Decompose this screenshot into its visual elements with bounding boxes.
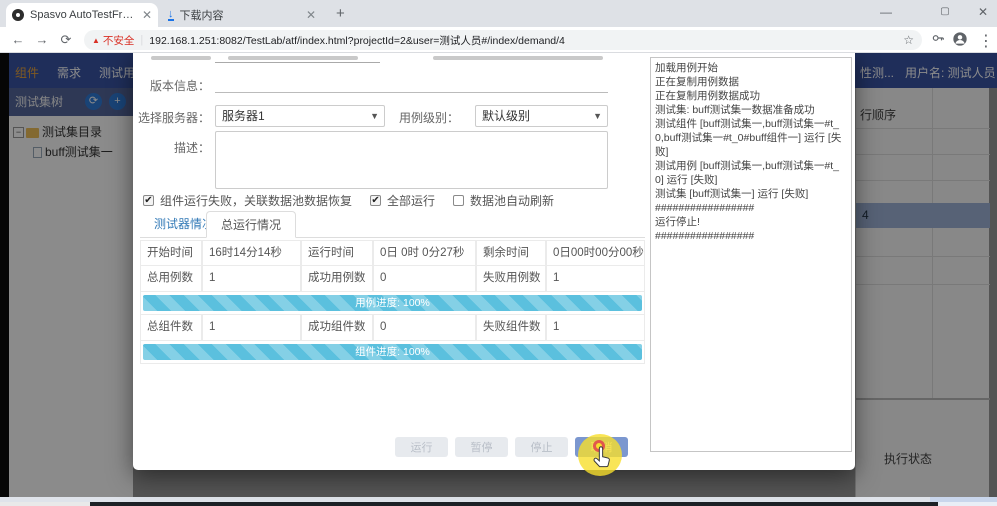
description-label: 描述： <box>173 141 210 155</box>
log-line: 测试集: buff测试集一数据准备成功 <box>655 104 815 116</box>
cell-remaining-time-value: 0日00时00分00秒 <box>546 240 645 266</box>
browser-tab-active[interactable]: Spasvo AutoTestFramework ✕ <box>6 3 158 27</box>
cell-remaining-time-label: 剩余时间 <box>476 240 546 266</box>
cancel-button[interactable]: 取消 <box>575 437 628 457</box>
run-testset-dialog: 版本信息： 选择服务器： 服务器1 ▼ 用例级别： 默认级别 ▼ 描述： ✔ 组… <box>133 53 855 476</box>
checkbox-run-all[interactable]: ✔ <box>370 194 382 206</box>
checkbox-label[interactable]: 数据池自动刷新 <box>470 192 554 209</box>
log-line: 测试集 [buff测试集一] 运行 [失败] <box>655 188 809 200</box>
pause-button[interactable]: 暂停 <box>455 437 508 457</box>
level-select[interactable]: 默认级别 ▼ <box>475 105 608 127</box>
cell-failed-cases-label: 失败用例数 <box>476 266 546 292</box>
table-row: 总组件数 1 成功组件数 0 失败组件数 1 <box>140 315 645 341</box>
clipped-input-underline <box>215 62 380 63</box>
cell-failed-components-label: 失败组件数 <box>476 315 546 341</box>
component-progress-row: 组件进度: 100% <box>140 341 645 364</box>
cell-success-cases-value: 0 <box>373 266 476 292</box>
tab-close-icon[interactable]: ✕ <box>306 8 316 22</box>
cell-total-cases-label: 总用例数 <box>140 266 202 292</box>
log-line: 运行停止! <box>655 216 700 228</box>
new-tab-button[interactable]: + <box>336 5 345 22</box>
cell-start-time-value: 16时14分14秒 <box>202 240 301 266</box>
table-row: 总用例数 1 成功用例数 0 失败用例数 1 <box>140 266 645 292</box>
level-label: 用例级别： <box>398 111 459 125</box>
tab-title: 下载内容 <box>179 10 224 22</box>
log-line: ################# <box>655 230 755 242</box>
cell-total-cases-value: 1 <box>202 266 301 292</box>
description-textarea[interactable] <box>215 131 608 189</box>
checkbox-datapool-autorefresh[interactable] <box>453 194 465 206</box>
status-tabs: 测试器情况 总运行情况 <box>140 211 645 238</box>
cell-total-components-value: 1 <box>202 315 301 341</box>
component-progress-bar: 组件进度: 100% <box>143 344 642 360</box>
server-select[interactable]: 服务器1 ▼ <box>215 105 385 127</box>
server-label: 选择服务器： <box>138 111 211 125</box>
chevron-down-icon: ▼ <box>370 111 379 121</box>
log-line: 正在复制用例数据成功 <box>655 90 760 102</box>
cell-success-components-value: 0 <box>373 315 476 341</box>
cell-failed-components-value: 1 <box>546 315 645 341</box>
address-bar[interactable]: ▲ 不安全 | 192.168.1.251:8082/TestLab/atf/i… <box>84 30 922 50</box>
reload-icon[interactable]: ⟳ <box>56 30 76 50</box>
run-stats-table: 开始时间 16时14分14秒 运行时间 0日 0时 0分27秒 剩余时间 0日0… <box>140 240 645 364</box>
chrome-menu-icon[interactable]: ⋮ <box>976 31 996 50</box>
download-icon: ↓ <box>168 7 174 21</box>
security-warning-label[interactable]: 不安全 <box>103 33 135 48</box>
cell-failed-cases-value: 1 <box>546 266 645 292</box>
run-options-row: ✔ 组件运行失败，关联数据池数据恢复 ✔ 全部运行 数据池自动刷新 <box>143 192 566 208</box>
window-close-button[interactable]: ✕ <box>963 0 997 26</box>
cell-total-components-label: 总组件数 <box>140 315 202 341</box>
tab-close-icon[interactable]: ✕ <box>142 8 152 22</box>
run-button[interactable]: 运行 <box>395 437 448 457</box>
url-text[interactable]: 192.168.1.251:8082/TestLab/atf/index.htm… <box>149 33 897 48</box>
forward-icon[interactable]: → <box>32 30 52 50</box>
cell-success-cases-label: 成功用例数 <box>301 266 373 292</box>
log-line: ################# <box>655 202 755 214</box>
security-warning-icon: ▲ <box>92 35 100 45</box>
tab-title: Spasvo AutoTestFramework <box>30 9 136 21</box>
checkbox-label[interactable]: 组件运行失败，关联数据池数据恢复 <box>160 192 352 209</box>
case-progress-row: 用例进度: 100% <box>140 292 645 315</box>
window-maximize-button[interactable]: ▢ <box>925 0 965 26</box>
cell-start-time-label: 开始时间 <box>140 240 202 266</box>
bookmark-star-icon[interactable]: ☆ <box>903 33 914 47</box>
checkbox-datapool-restore[interactable]: ✔ <box>143 194 154 206</box>
version-input[interactable] <box>215 75 608 93</box>
log-line: 正在复制用例数据 <box>655 76 739 88</box>
log-line: 加载用例开始 <box>655 62 718 74</box>
log-line: 测试组件 [buff测试集一,buff测试集一#t_0,buff测试集一#t_0… <box>655 118 842 158</box>
profile-avatar-icon[interactable] <box>950 31 970 49</box>
clipped-value <box>433 56 603 60</box>
clipped-label <box>151 56 211 60</box>
browser-tab-strip: Spasvo AutoTestFramework ✕ ↓ 下载内容 ✕ + <box>0 0 997 27</box>
bottom-edge <box>0 502 997 506</box>
level-select-value: 默认级别 <box>482 109 531 123</box>
back-icon[interactable]: ← <box>8 30 28 50</box>
run-log-output[interactable]: 加载用例开始 正在复制用例数据 正在复制用例数据成功 测试集: buff测试集一… <box>650 57 852 452</box>
password-key-icon[interactable] <box>928 31 948 49</box>
site-favicon <box>12 9 24 21</box>
divider: | <box>140 34 144 46</box>
chevron-down-icon: ▼ <box>593 111 602 121</box>
checkbox-label[interactable]: 全部运行 <box>387 192 435 209</box>
case-progress-bar: 用例进度: 100% <box>143 295 642 311</box>
tab-total-run-status[interactable]: 总运行情况 <box>206 211 297 238</box>
cell-success-components-label: 成功组件数 <box>301 315 373 341</box>
table-row: 开始时间 16时14分14秒 运行时间 0日 0时 0分27秒 剩余时间 0日0… <box>140 240 645 266</box>
screen: Spasvo AutoTestFramework ✕ ↓ 下载内容 ✕ + — … <box>0 0 997 506</box>
cell-run-time-value: 0日 0时 0分27秒 <box>373 240 476 266</box>
log-line: 测试用例 [buff测试集一,buff测试集一#t_0] 运行 [失败] <box>655 160 839 186</box>
browser-toolbar: ← → ⟳ ▲ 不安全 | 192.168.1.251:8082/TestLab… <box>0 27 997 53</box>
browser-tab-downloads[interactable]: ↓ 下载内容 ✕ <box>162 3 322 27</box>
server-select-value: 服务器1 <box>222 109 265 123</box>
clipped-value <box>228 56 358 60</box>
version-label: 版本信息： <box>149 79 210 93</box>
cell-run-time-label: 运行时间 <box>301 240 373 266</box>
window-minimize-button[interactable]: — <box>866 0 906 26</box>
stop-button[interactable]: 停止 <box>515 437 568 457</box>
